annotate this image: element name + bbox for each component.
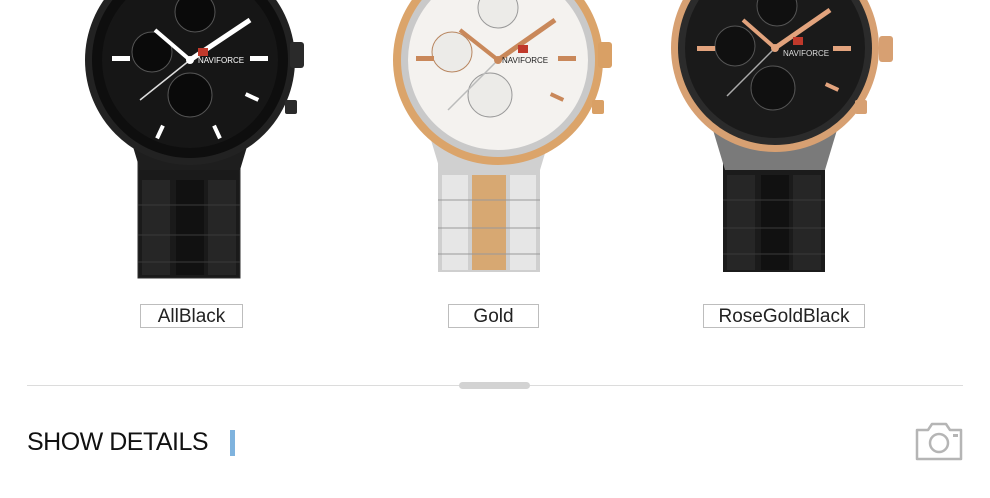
camera-icon[interactable] [914,420,964,462]
variant-label-allblack[interactable]: AllBlack [140,304,243,328]
product-image-gold[interactable]: NAVIFORCE [380,0,620,285]
watch-gold-illustration: NAVIFORCE [393,0,612,272]
heading-accent-bar [230,430,235,456]
variant-label-gold[interactable]: Gold [448,304,539,328]
show-details-heading: SHOW DETAILS [27,428,209,456]
watch-allblack-illustration: NAVIFORCE [85,0,304,279]
product-image-rosegoldblack[interactable]: NAVIFORCE [665,0,905,285]
variant-label-rosegoldblack[interactable]: RoseGoldBlack [703,304,865,328]
watch-brand-text: NAVIFORCE [198,56,244,65]
product-image-allblack[interactable]: NAVIFORCE [80,0,320,285]
watch-brand-text: NAVIFORCE [502,56,548,65]
watch-rosegoldblack-illustration: NAVIFORCE [671,0,893,272]
scroll-handle[interactable] [459,382,530,389]
watch-brand-text: NAVIFORCE [783,49,829,58]
